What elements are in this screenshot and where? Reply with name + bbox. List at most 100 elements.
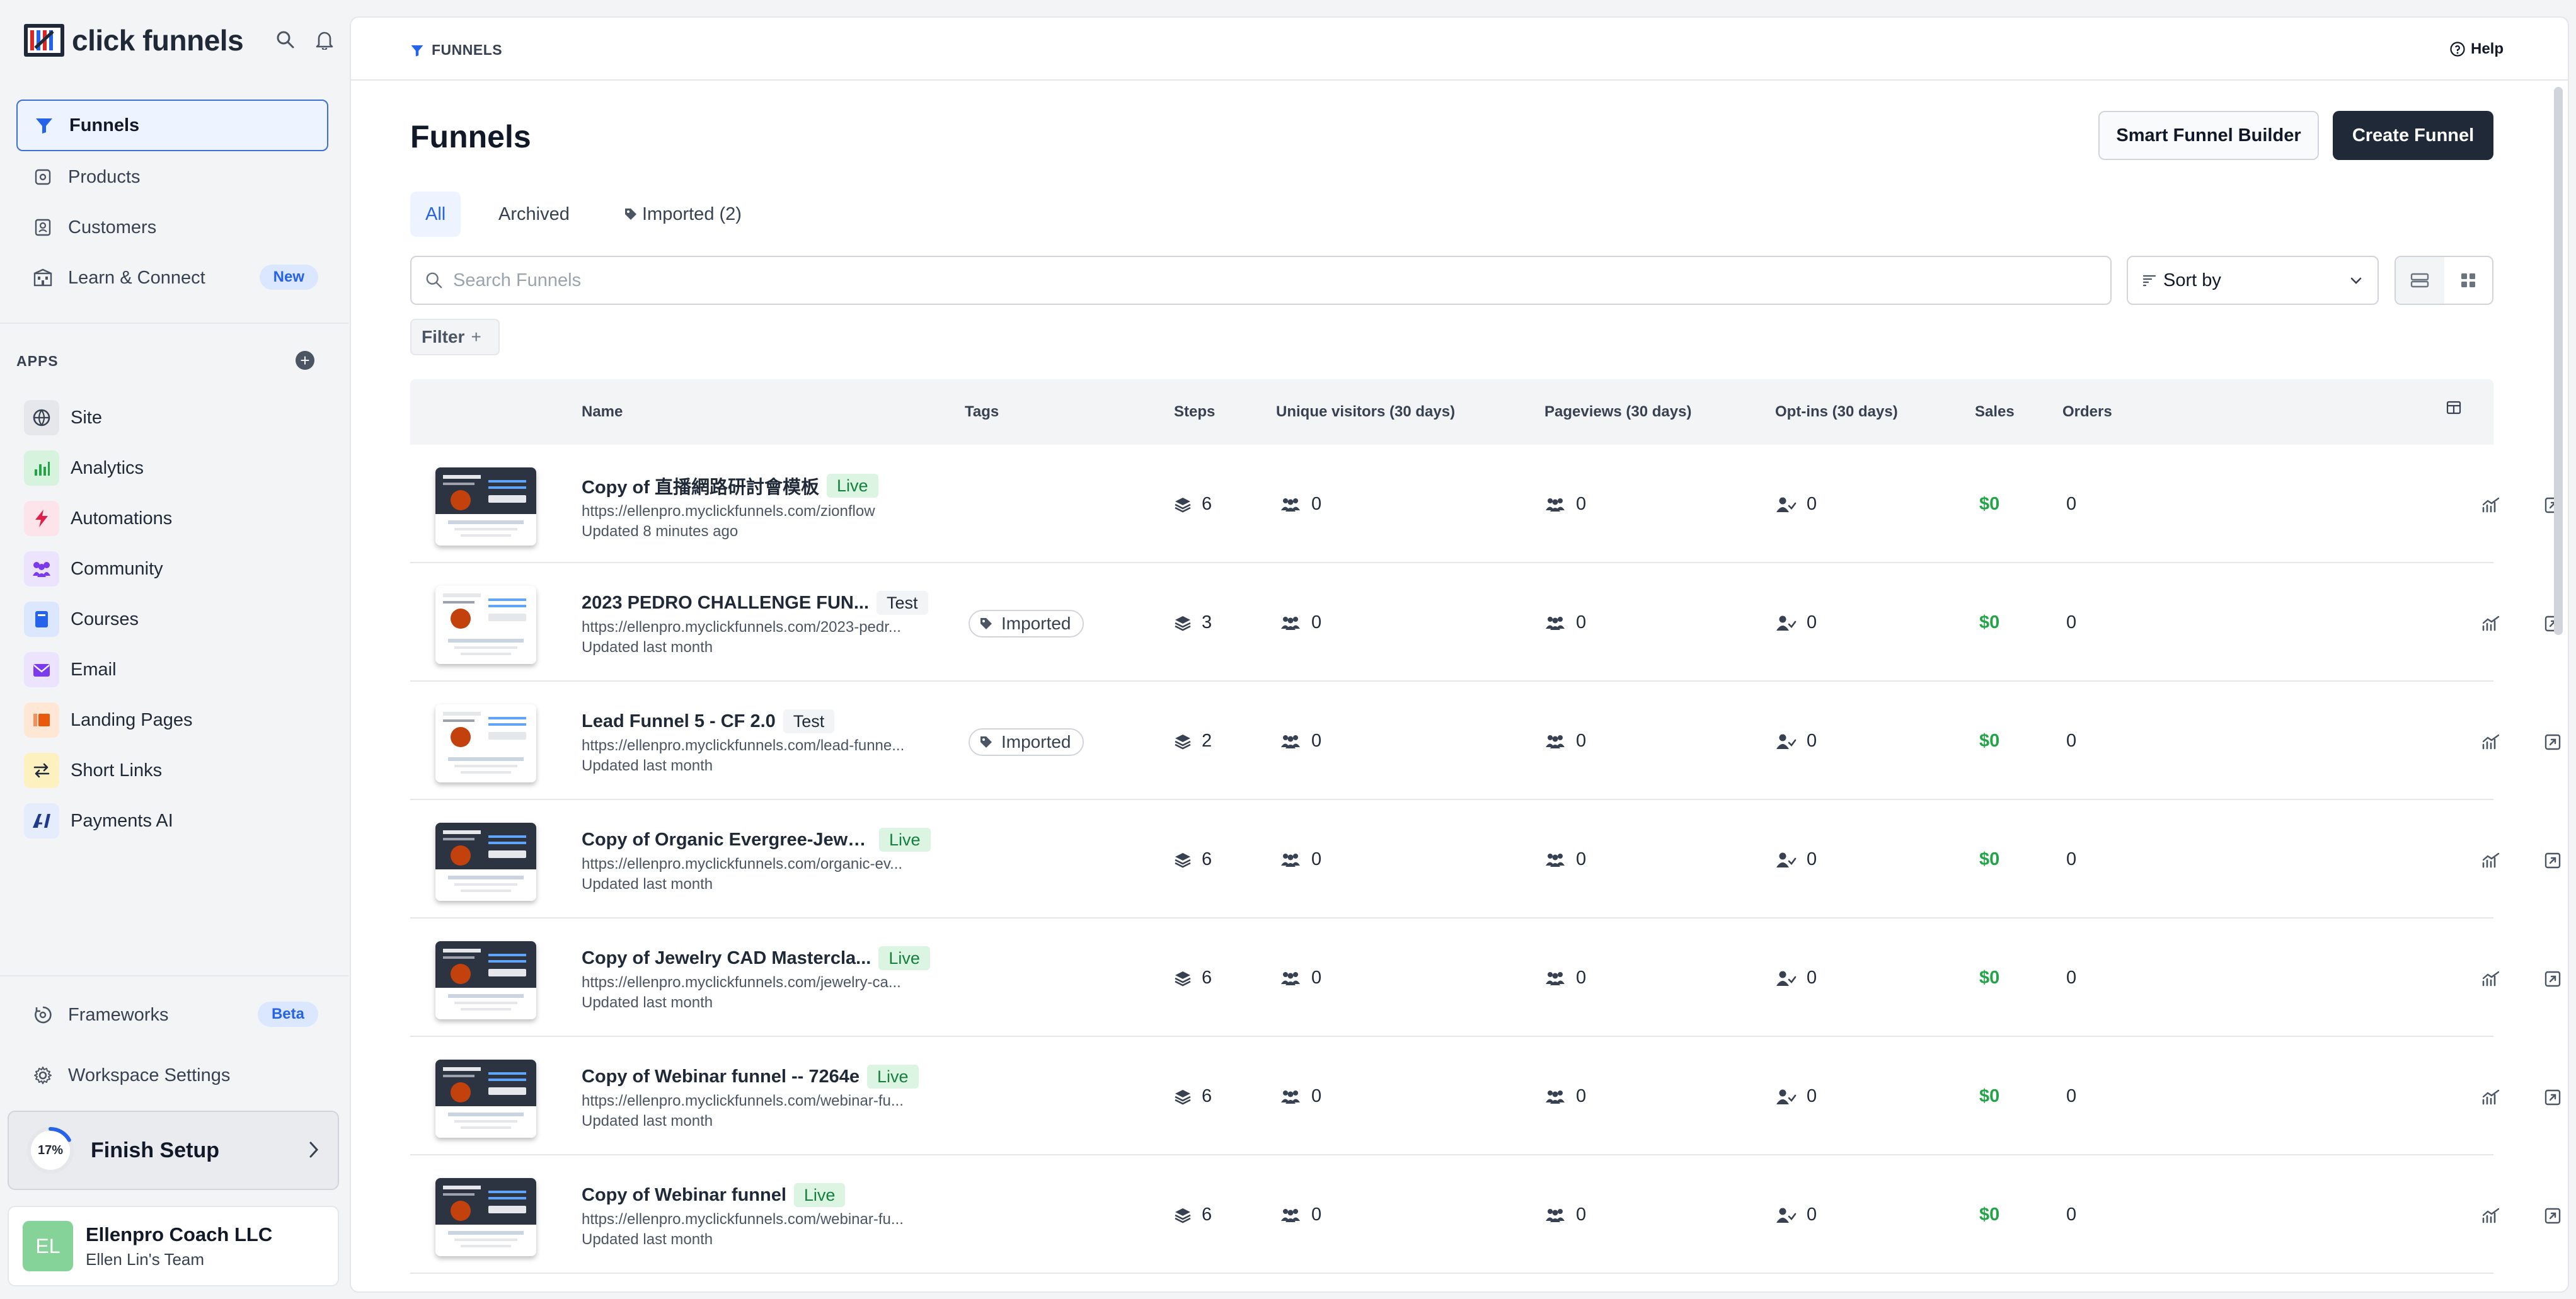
column-header-optins[interactable]: Opt-ins (30 days) xyxy=(1775,403,1898,421)
pageviews-cell: 0 xyxy=(1544,494,1586,515)
smart-funnel-builder-button[interactable]: Smart Funnel Builder xyxy=(2098,111,2319,160)
funnel-url[interactable]: https://ellenpro.myclickfunnels.com/orga… xyxy=(582,856,928,873)
sidebar-app-landing-pages[interactable]: Landing Pages xyxy=(24,699,193,741)
sidebar-app-email[interactable]: Email xyxy=(24,649,117,690)
sort-dropdown[interactable]: Sort by xyxy=(2127,256,2379,305)
table-row[interactable]: Copy of 直播網路研討會模板 Live https://ellenpro.… xyxy=(410,445,2561,563)
account-switcher[interactable]: EL Ellenpro Coach LLC Ellen Lin's Team xyxy=(8,1206,339,1286)
column-header-sales[interactable]: Sales xyxy=(1975,403,2015,421)
table-row[interactable]: Copy of Jewelry CAD Mastercla... Live ht… xyxy=(410,918,2561,1037)
stats-icon[interactable] xyxy=(2478,730,2504,755)
tag-badge[interactable]: Imported xyxy=(969,610,1084,638)
stats-icon[interactable] xyxy=(2478,493,2504,518)
funnel-url[interactable]: https://ellenpro.myclickfunnels.com/jewe… xyxy=(582,974,928,992)
sidebar-item-products[interactable]: Products xyxy=(16,151,328,203)
tag-badge[interactable]: Imported xyxy=(969,728,1084,756)
tag-icon xyxy=(979,616,994,631)
sidebar-item-learn-connect[interactable]: Learn & Connect New xyxy=(16,252,328,304)
sidebar-app-analytics[interactable]: Analytics xyxy=(24,447,144,489)
layers-icon xyxy=(1174,496,1192,513)
scrollbar[interactable] xyxy=(2554,87,2563,635)
filter-button[interactable]: Filter + xyxy=(410,319,500,355)
sidebar-app-courses[interactable]: Courses xyxy=(24,598,139,640)
tab-imported[interactable]: Imported (2) xyxy=(608,192,757,237)
layers-icon xyxy=(1174,614,1192,632)
sidebar-app-short-links[interactable]: Short Links xyxy=(24,750,162,791)
funnel-name[interactable]: Copy of Organic Evergree-Jewe... xyxy=(582,830,871,850)
open-editor-icon[interactable] xyxy=(2540,1085,2565,1110)
tag-label: Imported xyxy=(1001,732,1071,752)
apps-heading: APPS xyxy=(16,353,59,369)
search-icon xyxy=(425,272,443,289)
column-header-visitors[interactable]: Unique visitors (30 days) xyxy=(1276,403,1455,421)
table-row[interactable]: 2023 PEDRO CHALLENGE FUN... Test https:/… xyxy=(410,563,2561,682)
funnel-url[interactable]: https://ellenpro.myclickfunnels.com/lead… xyxy=(582,737,928,755)
funnel-url[interactable]: https://ellenpro.myclickfunnels.com/zion… xyxy=(582,503,928,520)
tab-all[interactable]: All xyxy=(410,192,461,237)
help-link[interactable]: Help xyxy=(2449,40,2504,58)
pageviews-value: 0 xyxy=(1576,849,1587,869)
table-row[interactable]: Copy of Webinar funnel Live https://elle… xyxy=(410,1155,2561,1274)
table-row[interactable]: Copy of Webinar funnel -- 7264e Live htt… xyxy=(410,1037,2561,1155)
open-editor-icon[interactable] xyxy=(2540,966,2565,992)
people-icon xyxy=(1280,970,1301,987)
column-header-name[interactable]: Name xyxy=(582,403,623,421)
list-view-button[interactable] xyxy=(2396,257,2444,304)
funnel-name[interactable]: Copy of Webinar funnel -- 7264e xyxy=(582,1067,860,1087)
sidebar-app-payments-ai[interactable]: Payments AI xyxy=(24,800,173,842)
stats-icon[interactable] xyxy=(2478,611,2504,636)
table-row[interactable]: Lead Funnel 5 - CF 2.0 Test https://elle… xyxy=(410,682,2561,800)
stats-icon[interactable] xyxy=(2478,1085,2504,1110)
funnel-url[interactable]: https://ellenpro.myclickfunnels.com/2023… xyxy=(582,619,928,636)
sidebar-app-automations[interactable]: Automations xyxy=(24,498,172,539)
open-editor-icon[interactable] xyxy=(2540,730,2565,755)
optins-cell: 0 xyxy=(1775,968,1817,988)
funnel-name[interactable]: 2023 PEDRO CHALLENGE FUN... xyxy=(582,593,869,614)
funnel-name[interactable]: Copy of Jewelry CAD Mastercla... xyxy=(582,948,871,969)
column-header-pageviews[interactable]: Pageviews (30 days) xyxy=(1544,403,1691,421)
funnel-name[interactable]: Copy of Webinar funnel xyxy=(582,1185,786,1206)
bell-icon[interactable] xyxy=(311,26,338,53)
table-row[interactable]: Copy of Organic Evergree-Jewe... Live ht… xyxy=(410,800,2561,918)
steps-cell: 6 xyxy=(1174,849,1212,870)
search-input[interactable] xyxy=(453,270,2091,291)
stats-icon[interactable] xyxy=(2478,848,2504,873)
search-icon[interactable] xyxy=(272,26,299,53)
grid-view-button[interactable] xyxy=(2444,257,2493,304)
column-header-orders[interactable]: Orders xyxy=(2062,403,2112,421)
sidebar-item-frameworks[interactable]: Frameworks Beta xyxy=(16,989,328,1041)
funnel-url[interactable]: https://ellenpro.myclickfunnels.com/webi… xyxy=(582,1211,928,1228)
sidebar-item-workspace-settings[interactable]: Workspace Settings xyxy=(16,1050,328,1101)
funnel-name[interactable]: Copy of 直播網路研討會模板 xyxy=(582,472,819,499)
funnel-updated: Updated last month xyxy=(582,639,713,656)
open-editor-icon[interactable] xyxy=(2540,848,2565,873)
funnel-updated: Updated last month xyxy=(582,1231,713,1248)
steps-cell: 3 xyxy=(1174,612,1212,633)
stats-icon[interactable] xyxy=(2478,1203,2504,1228)
breadcrumb-label: FUNNELS xyxy=(432,42,503,58)
sidebar-item-customers[interactable]: Customers xyxy=(16,202,328,253)
people-icon xyxy=(1544,852,1566,868)
column-header-steps[interactable]: Steps xyxy=(1174,403,1215,421)
column-header-tags[interactable]: Tags xyxy=(965,403,999,421)
add-app-button[interactable]: + xyxy=(296,351,314,370)
steps-value: 2 xyxy=(1202,731,1212,751)
funnel-name[interactable]: Lead Funnel 5 - CF 2.0 xyxy=(582,711,776,732)
tab-archived[interactable]: Archived xyxy=(483,192,585,237)
sidebar-app-community[interactable]: Community xyxy=(24,548,163,590)
columns-icon[interactable] xyxy=(2446,399,2462,416)
sidebar-item-funnels[interactable]: Funnels xyxy=(16,100,328,151)
optins-cell: 0 xyxy=(1775,849,1817,870)
open-editor-icon[interactable] xyxy=(2540,1203,2565,1228)
funnel-url[interactable]: https://ellenpro.myclickfunnels.com/webi… xyxy=(582,1092,928,1110)
sidebar-app-site[interactable]: Site xyxy=(24,397,102,438)
steps-value: 6 xyxy=(1202,1205,1212,1225)
create-funnel-button[interactable]: Create Funnel xyxy=(2333,111,2493,160)
app-label: Community xyxy=(71,558,163,579)
new-badge: New xyxy=(259,265,318,290)
finish-setup-card[interactable]: 17% Finish Setup xyxy=(8,1111,339,1190)
search-field[interactable] xyxy=(410,256,2112,305)
stats-icon[interactable] xyxy=(2478,966,2504,992)
finish-setup-label: Finish Setup xyxy=(91,1138,219,1162)
tab-label: Imported (2) xyxy=(642,203,742,224)
